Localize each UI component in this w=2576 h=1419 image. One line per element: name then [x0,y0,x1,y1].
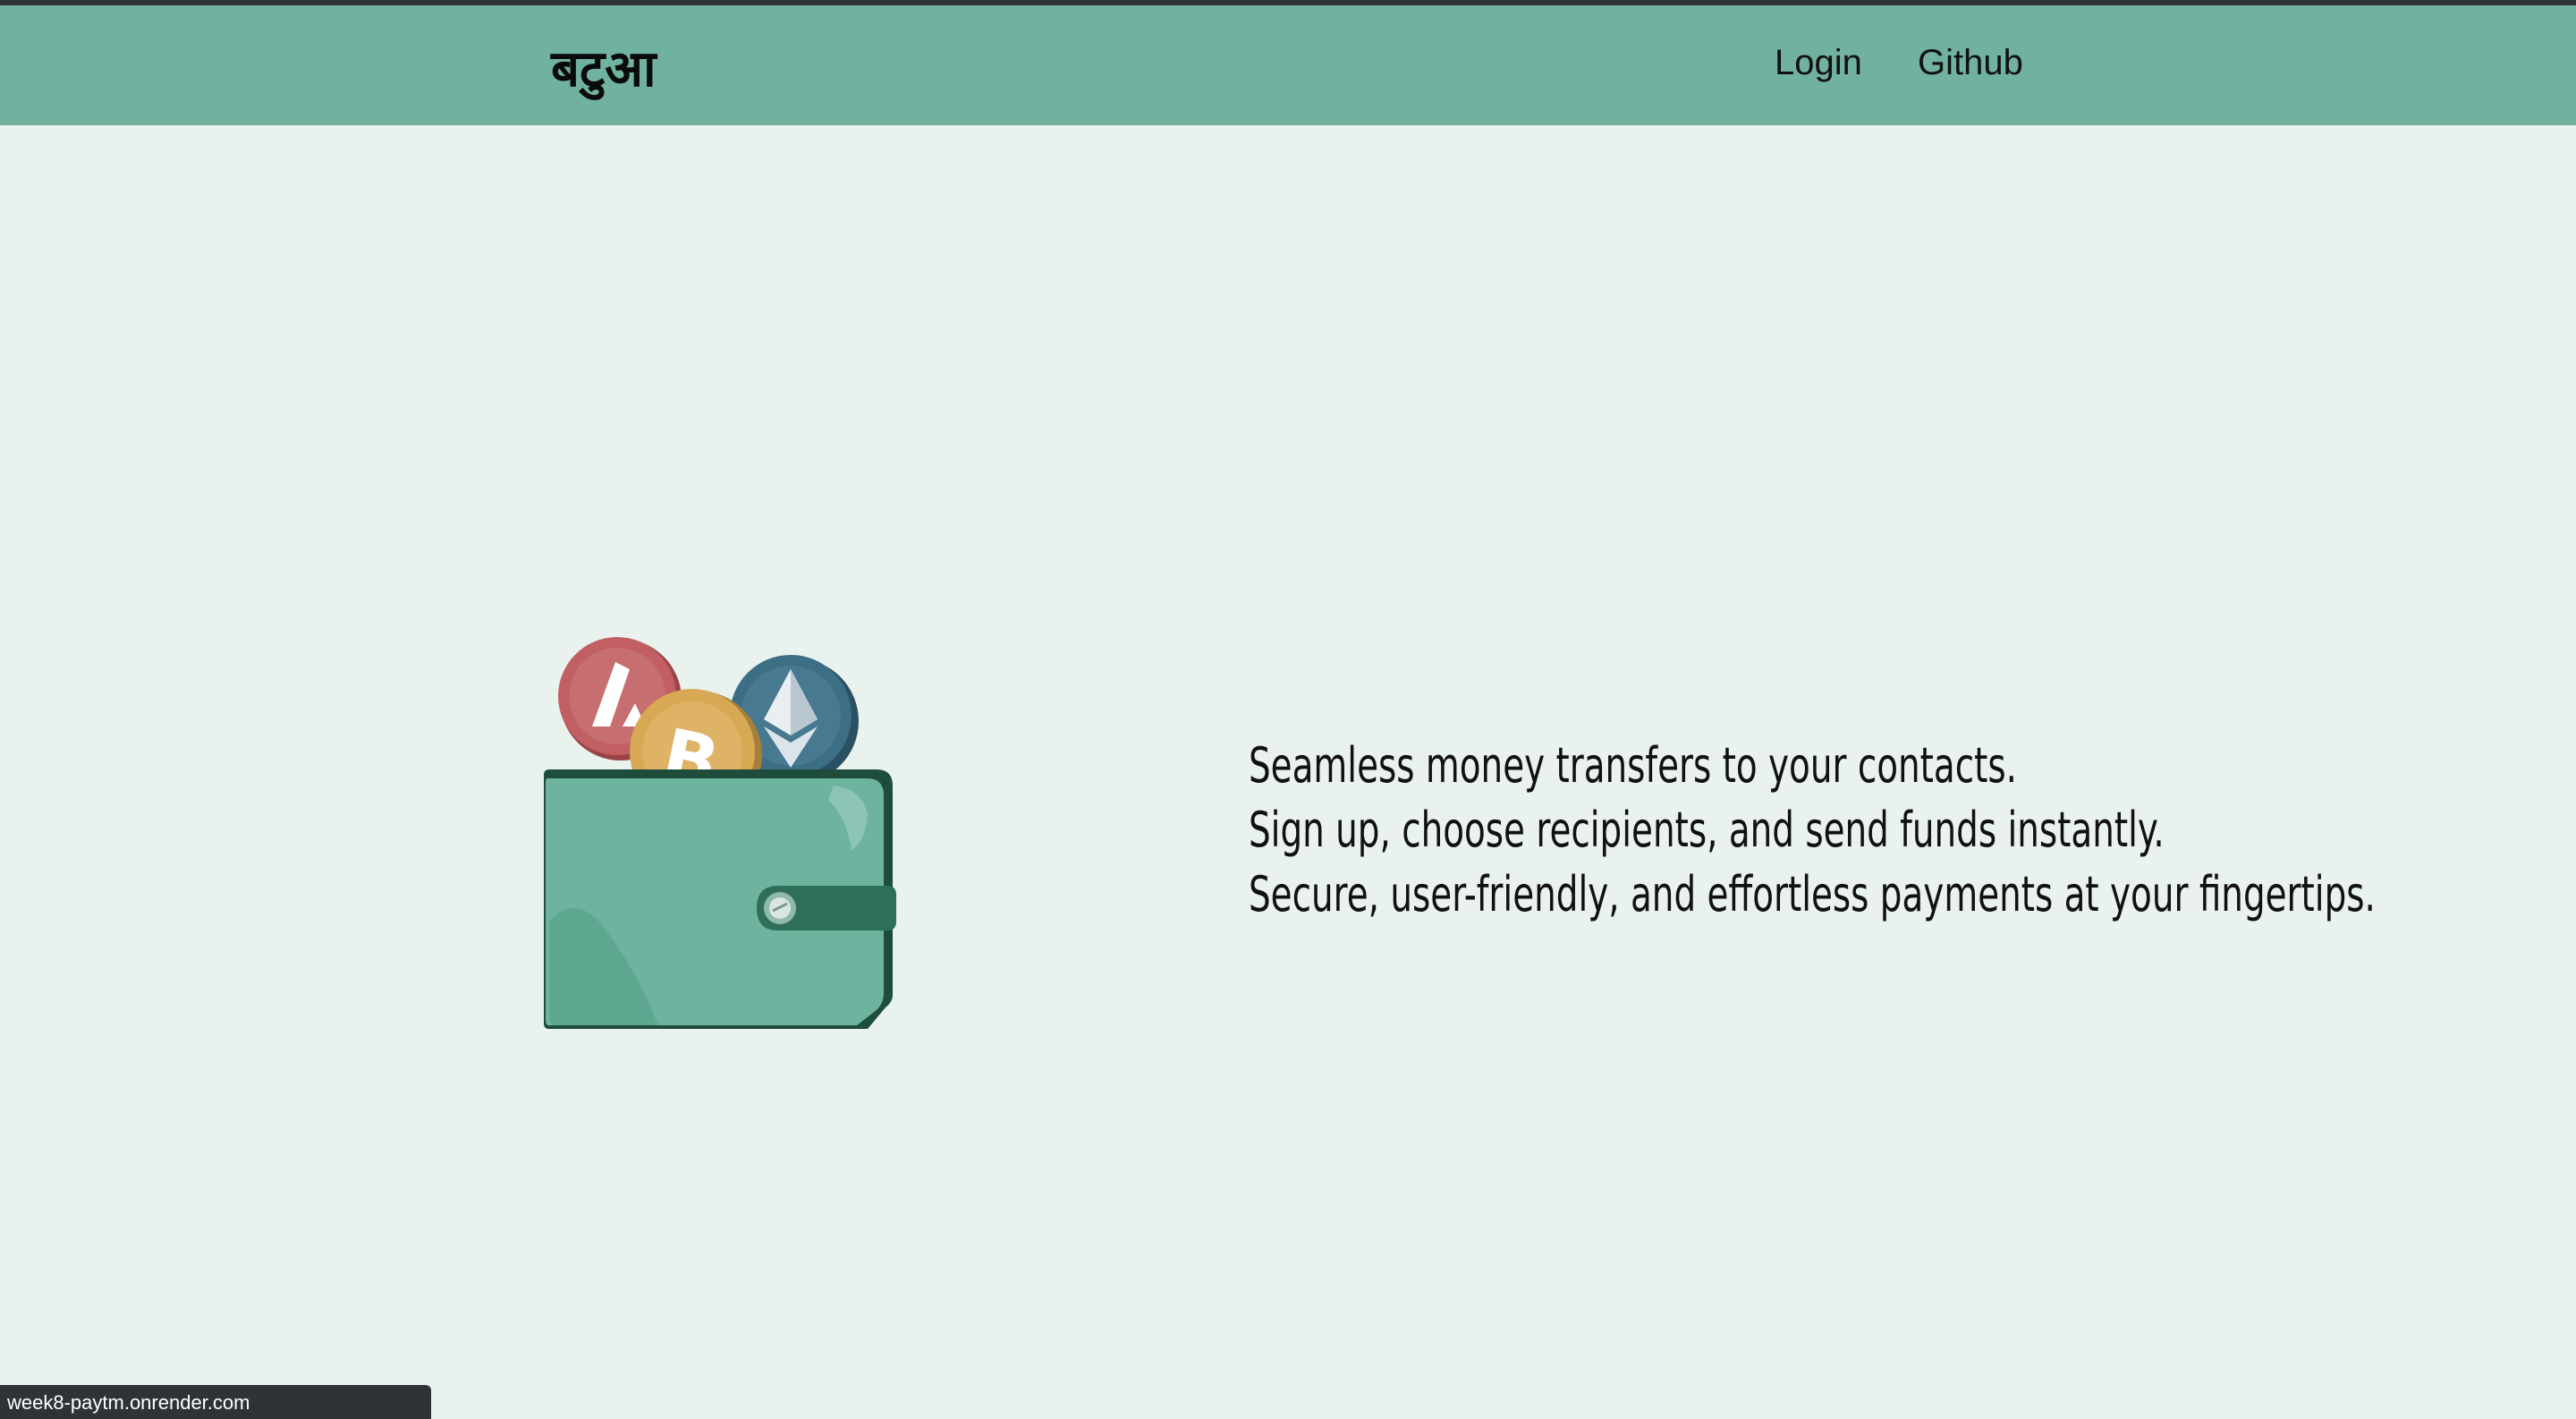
tagline-line-1: Seamless money transfers to your contact… [1249,737,2017,794]
navbar: बटुआ Login Github [0,5,2576,125]
brand-logo[interactable]: बटुआ [551,38,656,102]
browser-status-bar: week8-paytm.onrender.com [0,1385,431,1419]
wallet-with-crypto-coins-icon: B [537,626,912,1038]
status-url: week8-paytm.onrender.com [7,1391,250,1414]
tagline-line-3: Secure, user-friendly, and effortless pa… [1249,866,2376,922]
login-link[interactable]: Login [1775,38,1862,88]
github-link[interactable]: Github [1918,38,2023,88]
wallet-illustration: B [544,637,896,1029]
tagline-line-2: Sign up, choose recipients, and send fun… [1249,802,2165,858]
hero-tagline: Seamless money transfers to your contact… [1249,734,2376,927]
